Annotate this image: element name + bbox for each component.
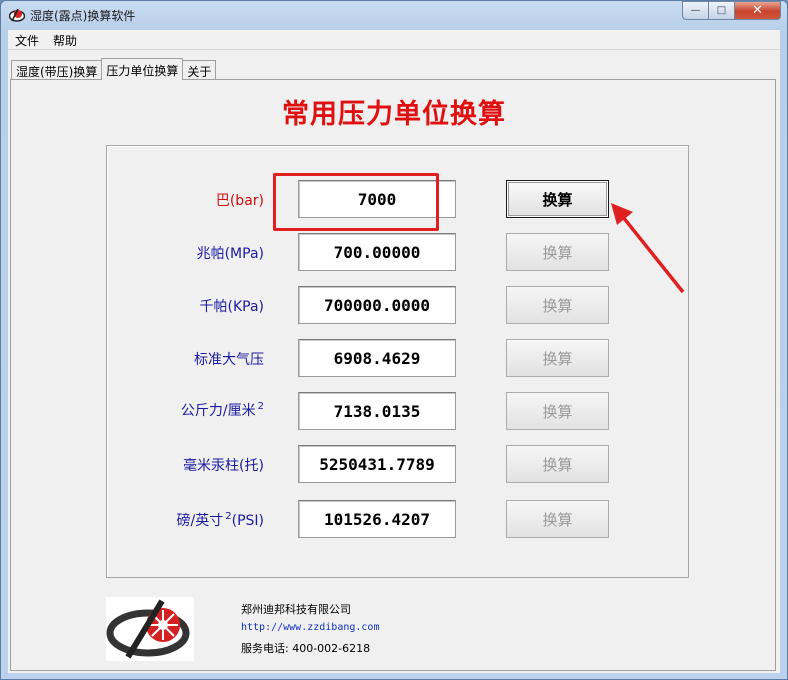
menu-help[interactable]: 帮助 xyxy=(46,30,84,49)
app-window: 湿度(露点)换算软件 — □ ✕ 文件 帮助 湿度(带压)换算 压力单位换算 关… xyxy=(0,0,788,680)
input-psi[interactable]: 101526.4207 xyxy=(298,500,456,538)
convert-button-mpa[interactable]: 换算 xyxy=(506,233,609,271)
maximize-button[interactable]: □ xyxy=(709,1,735,20)
client-area: 湿度(带压)换算 压力单位换算 关于 常用压力单位换算 巴(bar) 7000 … xyxy=(8,50,780,673)
window-title: 湿度(露点)换算软件 xyxy=(30,9,136,23)
label-psi-suffix: (PSI) xyxy=(231,513,264,529)
label-kpa-text: 千帕(KPa) xyxy=(199,299,265,315)
input-mmhg[interactable]: 5250431.7789 xyxy=(298,445,456,483)
label-kpa: 千帕(KPa) xyxy=(200,296,265,316)
tab-about[interactable]: 关于 xyxy=(182,60,217,80)
convert-button-kgf-cm2[interactable]: 换算 xyxy=(506,392,609,430)
service-phone: 服务电话: 400-002-6218 xyxy=(241,642,371,655)
label-mpa-text: 兆帕(MPa) xyxy=(196,246,264,262)
label-mmhg: 毫米汞柱(托) xyxy=(183,455,264,475)
label-psi-text: 磅/英寸 xyxy=(176,513,224,529)
annotation-highlight-box xyxy=(273,173,439,231)
convert-button-atm[interactable]: 换算 xyxy=(506,339,609,377)
maximize-icon: □ xyxy=(716,5,727,16)
tab-strip: 湿度(带压)换算 压力单位换算 关于 xyxy=(11,58,226,80)
company-logo xyxy=(106,597,194,661)
input-kpa[interactable]: 700000.0000 xyxy=(298,286,456,324)
convert-button-psi[interactable]: 换算 xyxy=(506,500,609,538)
close-icon: ✕ xyxy=(752,3,763,18)
input-mpa[interactable]: 700.00000 xyxy=(298,233,456,271)
label-kgf-cm2: 公斤力/厘米 2 xyxy=(181,400,264,420)
title-bar[interactable]: 湿度(露点)换算软件 — □ ✕ xyxy=(1,1,787,29)
menu-file[interactable]: 文件 xyxy=(8,30,46,49)
label-psi: 磅/英寸 2(PSI) xyxy=(177,510,264,530)
convert-button-bar[interactable]: 换算 xyxy=(506,180,609,218)
close-button[interactable]: ✕ xyxy=(735,1,781,20)
minimize-icon: — xyxy=(690,5,701,16)
label-bar: 巴(bar) xyxy=(216,190,264,210)
input-atm[interactable]: 6908.4629 xyxy=(298,339,456,377)
label-atm-text: 标准大气压 xyxy=(194,352,264,368)
page-title: 常用压力单位换算 xyxy=(282,99,506,130)
app-logo-icon xyxy=(9,8,25,22)
label-kgf-cm2-sup: 2 xyxy=(257,401,264,412)
tab-spacer xyxy=(215,60,226,80)
input-kgf-cm2[interactable]: 7138.0135 xyxy=(298,392,456,430)
minimize-button[interactable]: — xyxy=(682,1,709,20)
label-bar-text: 巴(bar) xyxy=(215,193,264,209)
company-name: 郑州迪邦科技有限公司 xyxy=(241,603,351,616)
tab-pressure[interactable]: 压力单位换算 xyxy=(101,58,184,80)
pressure-panel: 常用压力单位换算 巴(bar) 7000 换算 兆帕(MPa) 700.0000… xyxy=(10,79,776,671)
company-url[interactable]: http://www.zzdibang.com xyxy=(241,622,379,633)
label-mpa: 兆帕(MPa) xyxy=(197,243,264,263)
red-arrow-icon xyxy=(611,203,685,294)
convert-button-kpa[interactable]: 换算 xyxy=(506,286,609,324)
tab-humidity[interactable]: 湿度(带压)换算 xyxy=(11,60,103,80)
label-atm: 标准大气压 xyxy=(194,349,264,369)
menu-bar: 文件 帮助 xyxy=(8,30,780,50)
window-controls: — □ ✕ xyxy=(682,1,781,20)
label-kgf-cm2-text: 公斤力/厘米 xyxy=(180,403,256,419)
label-mmhg-text: 毫米汞柱(托) xyxy=(183,458,264,474)
convert-button-mmhg[interactable]: 换算 xyxy=(506,445,609,483)
